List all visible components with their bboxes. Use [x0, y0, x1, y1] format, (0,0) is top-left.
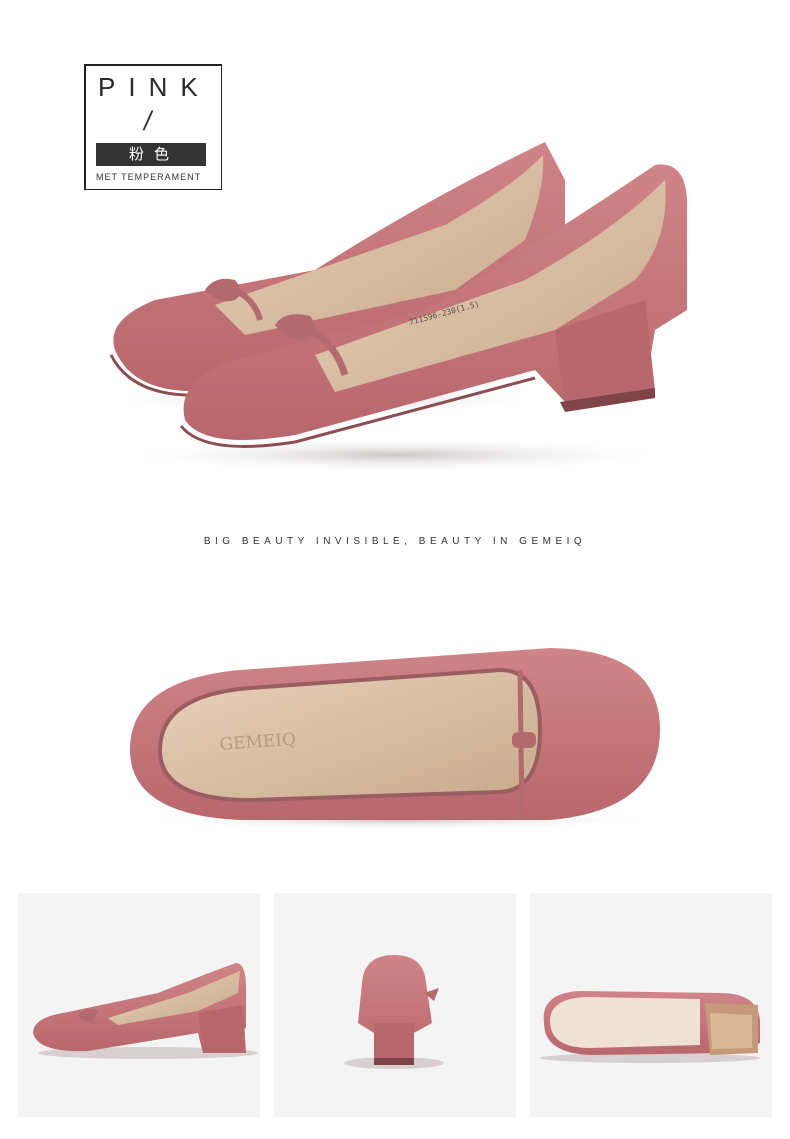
- hero-shoe-pair-image: 711596-230(1.5): [105, 142, 688, 473]
- product-detail-page: PINK / 粉色 MET TEMPERAMENT 711596-230(1.5…: [0, 0, 790, 1139]
- color-name-en: PINK: [98, 72, 211, 102]
- label-border-top: [84, 64, 222, 66]
- top-view-shoe-image: GEMEIQ: [130, 648, 670, 830]
- brand-tagline: BIG BEAUTY INVISIBLE, BEAUTY IN GEMEIQ: [203, 536, 587, 547]
- label-border-left: [84, 64, 86, 190]
- thumb-sole-view[interactable]: [530, 893, 772, 1117]
- thumb-back-view[interactable]: [274, 893, 516, 1117]
- thumb-side-view[interactable]: [18, 893, 260, 1117]
